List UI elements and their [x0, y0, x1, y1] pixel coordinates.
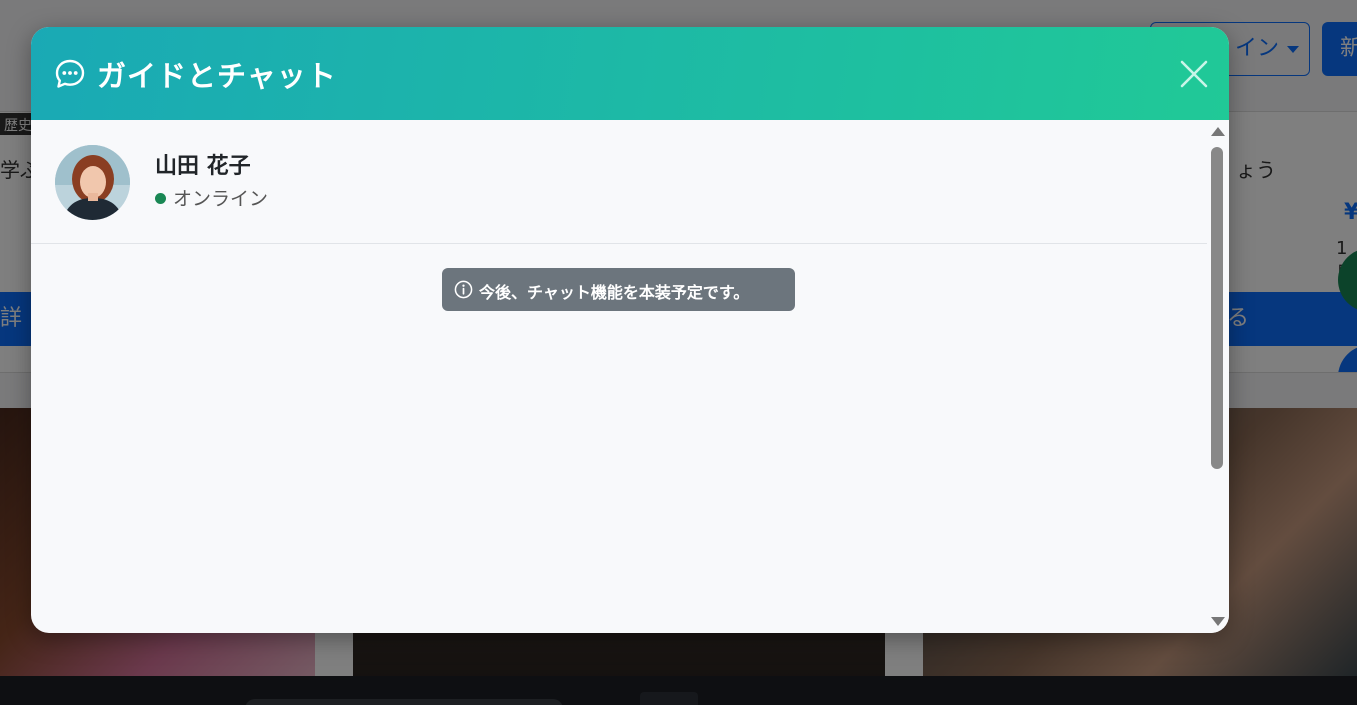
modal-title: ガイドとチャット — [97, 59, 337, 93]
scroll-down-arrow-icon[interactable] — [1211, 617, 1225, 626]
online-status-icon — [155, 193, 166, 204]
scroll-up-arrow-icon[interactable] — [1211, 127, 1225, 136]
avatar — [55, 145, 130, 220]
guide-profile: 山田 花子 オンライン — [31, 120, 1207, 244]
chat-body: 山田 花子 オンライン 今後、チャット機能を本装予定です。 — [31, 120, 1229, 633]
coming-soon-notice: 今後、チャット機能を本装予定です。 — [442, 268, 795, 311]
online-status: オンライン — [173, 188, 269, 210]
info-icon — [454, 280, 473, 299]
chat-bubble-icon — [55, 59, 85, 88]
modal-header: ガイドとチャット — [31, 27, 1229, 120]
notice-text: 今後、チャット機能を本装予定です。 — [479, 283, 750, 302]
guide-name: 山田 花子 — [155, 154, 251, 179]
scrollbar-thumb[interactable] — [1211, 147, 1223, 469]
chat-modal: ガイドとチャット 山田 花子 オンライン 今後、チャット機能を本装予定です。 — [31, 27, 1229, 633]
close-icon[interactable] — [1179, 59, 1209, 89]
scrollbar[interactable] — [1207, 120, 1229, 633]
